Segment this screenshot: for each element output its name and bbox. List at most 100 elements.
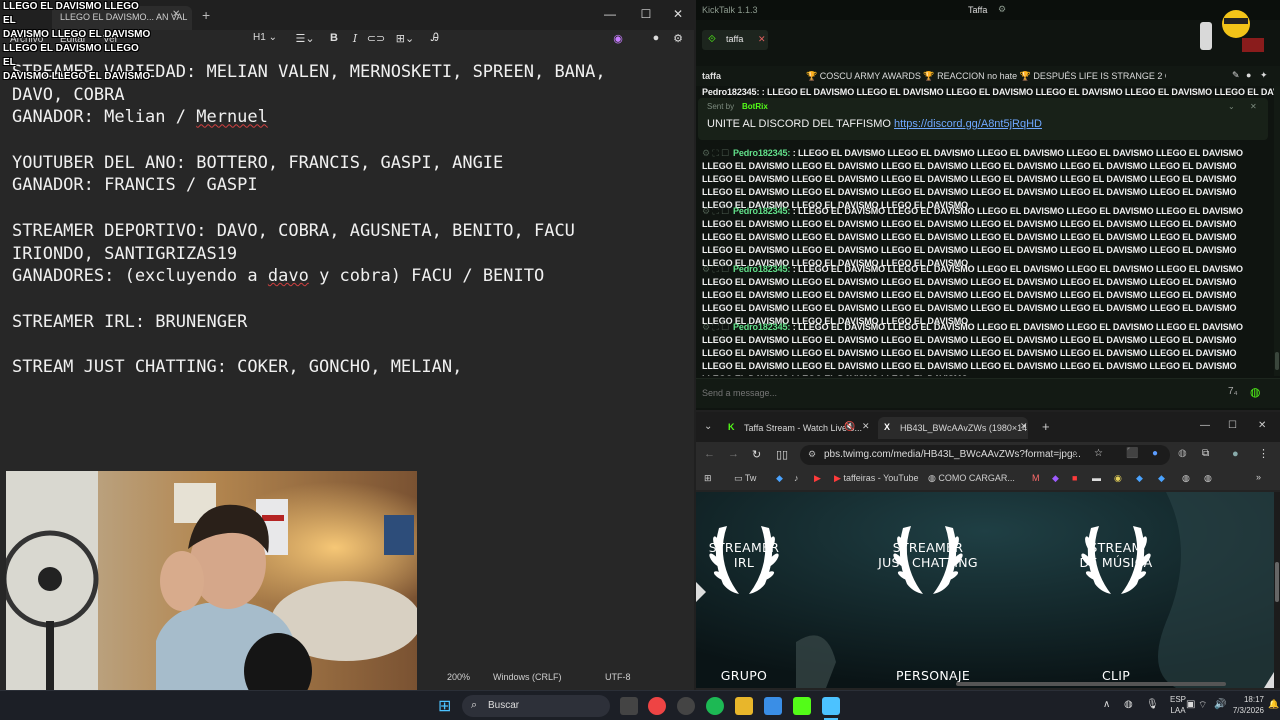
- account-icon[interactable]: ●: [646, 32, 666, 44]
- new-tab-icon[interactable]: +: [202, 7, 210, 23]
- bookmark-icon[interactable]: ▬: [1092, 473, 1101, 483]
- file-explorer-icon[interactable]: [735, 697, 753, 715]
- address-bar[interactable]: ⚙ pbs.twimg.com/media/HB43L_BWcAAvZWs?fo…: [800, 445, 1170, 465]
- spotify-icon[interactable]: [706, 697, 724, 715]
- reload-icon[interactable]: ↻: [752, 448, 761, 461]
- tray-chevron-icon[interactable]: ∧: [1103, 699, 1110, 710]
- back-icon[interactable]: ←: [704, 448, 715, 460]
- channel-tab-taffa[interactable]: ⟐ taffa ✕: [702, 30, 768, 50]
- maximize-icon[interactable]: ☐: [636, 4, 656, 24]
- star-icon[interactable]: ☆: [1094, 448, 1103, 459]
- chat-username[interactable]: Pedro182345:: [733, 322, 790, 332]
- bookmark-icon[interactable]: ◆: [1052, 473, 1059, 484]
- more-bookmarks-icon[interactable]: »: [1256, 472, 1261, 482]
- pin-icon[interactable]: ✎: [1232, 70, 1240, 81]
- start-icon[interactable]: ⊞: [438, 696, 451, 716]
- table-icon[interactable]: ⊞⌄: [392, 32, 418, 45]
- copilot-icon[interactable]: ◉: [608, 32, 628, 45]
- extension-icon[interactable]: ●: [1152, 448, 1158, 459]
- notepad-icon[interactable]: [822, 697, 840, 715]
- chat-username[interactable]: Pedro182345:: [733, 148, 790, 158]
- bookmark-youtube-taffeiras[interactable]: ▶ taffeiras - YouTube: [834, 473, 919, 484]
- profile-avatar[interactable]: ●: [1232, 448, 1239, 460]
- unpin-icon[interactable]: ✕: [1250, 102, 1257, 111]
- input-language[interactable]: ESP LAA: [1170, 694, 1186, 716]
- notifications-icon[interactable]: 🔔: [1268, 699, 1279, 710]
- chat-username[interactable]: Pedro182345:: [733, 264, 790, 274]
- close-icon[interactable]: ✕: [862, 421, 870, 432]
- close-window-icon[interactable]: ✕: [1258, 420, 1266, 431]
- task-view-icon[interactable]: [620, 697, 638, 715]
- kick-emote-icon[interactable]: ◍: [1250, 385, 1260, 399]
- minimize-icon[interactable]: —: [600, 4, 620, 24]
- bookmark-icon[interactable]: ◆: [1158, 473, 1165, 484]
- network-icon[interactable]: ▣: [1186, 699, 1195, 710]
- gmail-icon[interactable]: M: [1032, 473, 1040, 483]
- tab-twimg-image[interactable]: X HB43L_BWcAAvZWs (1980×14...: [878, 417, 1028, 439]
- youtube-icon[interactable]: ▶: [814, 473, 821, 484]
- badge-icon[interactable]: ⚙ ⛶ ☐: [702, 322, 729, 332]
- bookmark-icon[interactable]: ◆: [776, 473, 783, 484]
- gear-icon[interactable]: ⚙: [998, 4, 1006, 15]
- taskbar-search[interactable]: ⌕ Buscar: [462, 695, 610, 717]
- page-scrollbar[interactable]: [1274, 492, 1280, 688]
- bookmark-folder-tw[interactable]: ▭ Tw: [734, 473, 756, 484]
- scrollbar-thumb[interactable]: [1275, 562, 1279, 602]
- close-icon[interactable]: ✕: [1020, 421, 1028, 432]
- volume-icon[interactable]: 🔊: [1214, 699, 1226, 710]
- clear-format-icon[interactable]: Ꭿ: [425, 32, 445, 45]
- badge-icon[interactable]: ⚙ ⛶ ☐: [702, 206, 729, 216]
- forward-icon[interactable]: →: [728, 448, 739, 460]
- wifi-icon[interactable]: ⌔: [1198, 699, 1207, 712]
- mic-icon[interactable]: 🎙: [1146, 699, 1159, 710]
- mute-icon[interactable]: 🔇: [844, 421, 855, 432]
- split-view-icon[interactable]: ▯▯: [776, 448, 788, 461]
- heading-select[interactable]: H1 ⌄: [252, 32, 278, 43]
- bookmark-icon[interactable]: ◍: [1204, 473, 1212, 484]
- close-icon[interactable]: ✕: [758, 34, 766, 45]
- list-icon[interactable]: ☰⌄: [292, 32, 318, 45]
- bookmark-como-cargar[interactable]: ◍ COMO CARGAR...: [928, 473, 1015, 484]
- editor-text: STREAMER DEPORTIVO: DAVO, COBRA, AGUSNET…: [12, 220, 575, 241]
- horizontal-scrollbar[interactable]: [956, 682, 1226, 686]
- store-icon[interactable]: [764, 697, 782, 715]
- bold-icon[interactable]: B: [324, 32, 344, 44]
- badge-icon[interactable]: ⚙ ⛶ ☐: [702, 264, 729, 274]
- badge-icon[interactable]: ⚙ ⛶ ☐: [702, 148, 729, 158]
- bookmark-icon[interactable]: ■: [1072, 473, 1077, 483]
- tab-search-icon[interactable]: ⌄: [704, 421, 712, 432]
- tiktok-icon[interactable]: ♪: [794, 473, 799, 483]
- clock[interactable]: 18:17 7/3/2026: [1226, 694, 1264, 716]
- message-input[interactable]: [702, 383, 1202, 403]
- chevron-down-icon[interactable]: ⌄: [1228, 102, 1235, 111]
- link-icon[interactable]: ⊂⊃: [366, 32, 386, 45]
- zoom-icon[interactable]: ⌕: [1072, 448, 1078, 459]
- tray-app-icon[interactable]: ◍: [1124, 699, 1133, 710]
- maximize-icon[interactable]: ☐: [1228, 420, 1237, 431]
- italic-icon[interactable]: I: [345, 32, 365, 45]
- new-tab-icon[interactable]: +: [1042, 419, 1050, 434]
- scrollbar-thumb[interactable]: [1275, 352, 1279, 370]
- chat-scrollbar[interactable]: [1274, 86, 1280, 376]
- apps-icon[interactable]: ⊞: [704, 473, 712, 484]
- gear-icon[interactable]: ⚙: [668, 32, 688, 45]
- minimize-icon[interactable]: —: [1200, 420, 1210, 431]
- translate-icon[interactable]: ⬛: [1126, 448, 1138, 459]
- chat-username[interactable]: Pedro182345:: [733, 206, 790, 216]
- chrome-icon[interactable]: [648, 697, 666, 715]
- bookmark-icon[interactable]: ◉: [1114, 473, 1122, 484]
- extensions-puzzle-icon[interactable]: ⧉: [1202, 448, 1209, 459]
- discord-link[interactable]: https://discord.gg/A8nt5jRqHD: [894, 118, 1042, 130]
- bookmark-icon[interactable]: ◆: [1136, 473, 1143, 484]
- user-icon[interactable]: ●: [1246, 70, 1251, 80]
- menu-icon[interactable]: ⋮: [1258, 447, 1269, 460]
- close-icon[interactable]: ✕: [172, 9, 180, 20]
- close-window-icon[interactable]: ✕: [668, 4, 688, 24]
- settings-icon[interactable]: ✦: [1260, 70, 1268, 81]
- settings-app-icon[interactable]: [677, 697, 695, 715]
- bookmark-icon[interactable]: ◍: [1182, 473, 1190, 484]
- emote-icon[interactable]: 7₄: [1228, 386, 1238, 397]
- extension-icon[interactable]: ◍: [1178, 448, 1187, 459]
- site-info-icon[interactable]: ⚙: [808, 449, 816, 460]
- kicktalk-icon[interactable]: [793, 697, 811, 715]
